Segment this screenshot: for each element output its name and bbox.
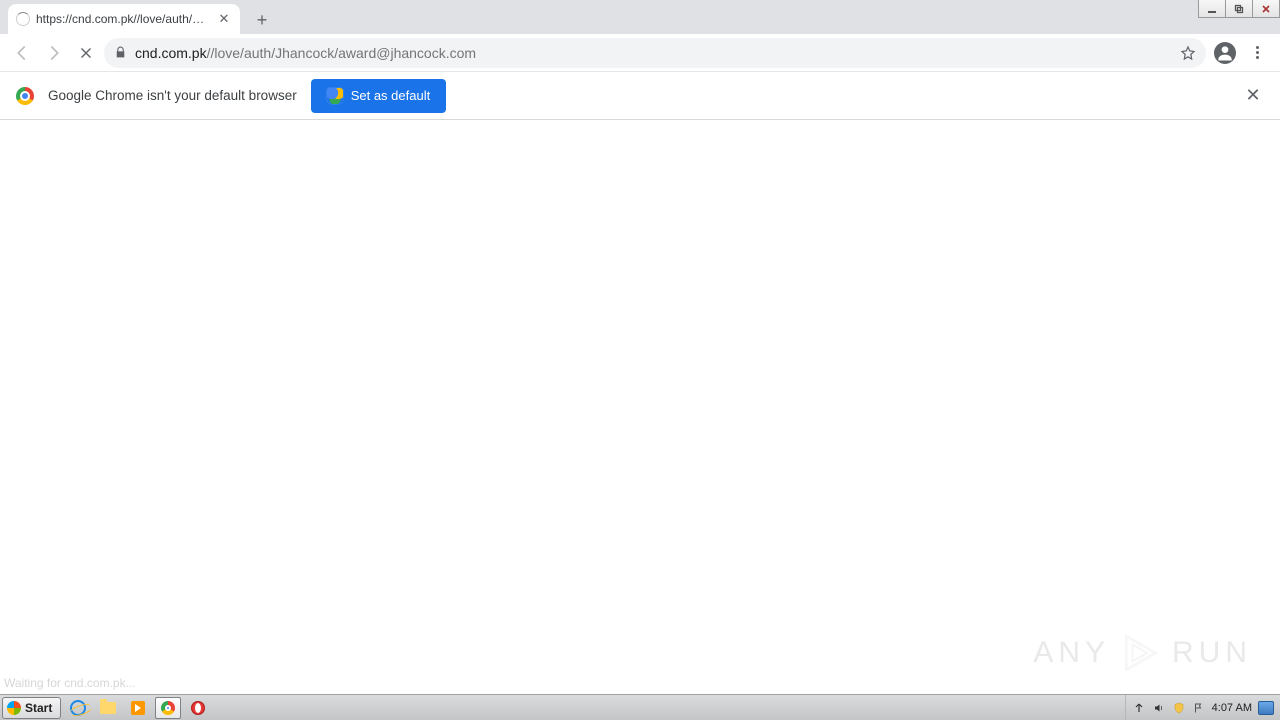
play-triangle-icon — [1120, 632, 1162, 674]
shield-icon — [327, 88, 343, 104]
set-as-default-label: Set as default — [351, 88, 431, 103]
bookmark-star-icon[interactable] — [1180, 45, 1196, 61]
infobar-message: Google Chrome isn't your default browser — [48, 88, 297, 103]
tab-close-button[interactable]: ✕ — [216, 11, 232, 27]
chrome-icon — [161, 701, 175, 715]
tray-expand-icon[interactable] — [1132, 701, 1146, 715]
address-bar[interactable]: cnd.com.pk//love/auth/Jhancock/award@jha… — [104, 38, 1206, 68]
lock-icon — [114, 46, 127, 59]
browser-toolbar: cnd.com.pk//love/auth/Jhancock/award@jha… — [0, 34, 1280, 72]
folder-icon — [100, 702, 116, 714]
show-desktop-button[interactable] — [1258, 701, 1274, 715]
infobar-close-button[interactable]: ✕ — [1242, 85, 1264, 107]
windows-taskbar: Start 4:07 AM — [0, 694, 1280, 720]
forward-button[interactable] — [40, 39, 68, 67]
start-button[interactable]: Start — [2, 697, 61, 719]
taskbar-clock[interactable]: 4:07 AM — [1212, 702, 1252, 714]
chrome-menu-button[interactable] — [1248, 46, 1266, 59]
window-caption-buttons — [1199, 0, 1280, 18]
start-label: Start — [25, 701, 52, 715]
tab-strip: https://cnd.com.pk//love/auth/Jhan ✕ + — [0, 0, 1280, 34]
profile-avatar-icon[interactable] — [1214, 42, 1236, 64]
loading-spinner-icon — [16, 12, 30, 26]
taskbar-media-player[interactable] — [125, 697, 151, 719]
url-text: cnd.com.pk//love/auth/Jhancock/award@jha… — [135, 45, 1172, 61]
toolbar-right — [1210, 42, 1272, 64]
default-browser-infobar: Google Chrome isn't your default browser… — [0, 72, 1280, 120]
new-tab-button[interactable]: + — [248, 6, 276, 34]
url-host: cnd.com.pk — [135, 45, 207, 61]
watermark-right: RUN — [1172, 636, 1252, 670]
watermark-left: ANY — [1033, 636, 1110, 670]
system-tray: 4:07 AM — [1125, 695, 1280, 720]
taskbar-explorer[interactable] — [95, 697, 121, 719]
taskbar-chrome[interactable] — [155, 697, 181, 719]
chrome-logo-icon — [16, 87, 34, 105]
security-icon[interactable] — [1172, 701, 1186, 715]
stop-reload-button[interactable] — [72, 39, 100, 67]
flag-icon[interactable] — [1192, 701, 1206, 715]
url-path: //love/auth/Jhancock/award@jhancock.com — [207, 45, 476, 61]
set-as-default-button[interactable]: Set as default — [311, 79, 447, 113]
window-maximize-button[interactable] — [1225, 0, 1253, 18]
volume-icon[interactable] — [1152, 701, 1166, 715]
back-button[interactable] — [8, 39, 36, 67]
window-close-button[interactable] — [1252, 0, 1280, 18]
tab-title: https://cnd.com.pk//love/auth/Jhan — [36, 12, 210, 26]
opera-icon — [191, 701, 205, 715]
page-content — [0, 120, 1280, 694]
status-bar: Waiting for cnd.com.pk... — [4, 676, 136, 690]
window-minimize-button[interactable] — [1198, 0, 1226, 18]
media-player-icon — [131, 701, 145, 715]
anyrun-watermark: ANY RUN — [1033, 632, 1252, 674]
windows-logo-icon — [7, 701, 21, 715]
taskbar-opera[interactable] — [185, 697, 211, 719]
ie-icon — [70, 700, 86, 716]
taskbar-ie[interactable] — [65, 697, 91, 719]
browser-tab[interactable]: https://cnd.com.pk//love/auth/Jhan ✕ — [8, 4, 240, 34]
